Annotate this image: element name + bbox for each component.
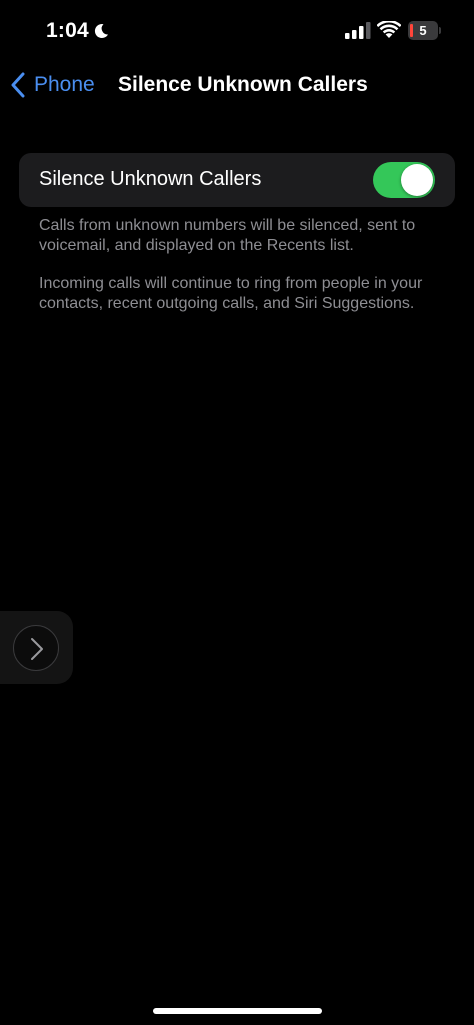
footer-description-1: Calls from unknown numbers will be silen… (39, 217, 416, 254)
back-button-label: Phone (34, 73, 95, 96)
silence-unknown-callers-label: Silence Unknown Callers (39, 168, 262, 190)
silence-unknown-callers-toggle[interactable] (373, 162, 435, 198)
home-indicator[interactable] (153, 1008, 322, 1014)
wifi-icon (377, 21, 401, 38)
assistive-touch-button[interactable] (0, 611, 73, 684)
battery-tip (439, 27, 441, 34)
footer-description-2: Incoming calls will continue to ring fro… (39, 275, 423, 312)
settings-group: Silence Unknown Callers (19, 153, 455, 207)
status-time: 1:04 (46, 19, 89, 42)
assistive-touch-circle (13, 625, 59, 671)
navigation-bar: Phone Silence Unknown Callers (0, 64, 474, 104)
battery-low-indicator (410, 24, 413, 37)
chevron-right-icon (31, 638, 43, 660)
chevron-left-icon (11, 72, 25, 98)
moon-icon (94, 24, 108, 39)
page-title: Silence Unknown Callers (118, 73, 368, 96)
back-button[interactable]: Phone (10, 70, 95, 100)
battery-icon: 5 (408, 21, 441, 40)
cellular-signal-icon (345, 22, 371, 39)
toggle-knob (401, 164, 433, 196)
status-bar: 1:04 5 (0, 0, 474, 64)
